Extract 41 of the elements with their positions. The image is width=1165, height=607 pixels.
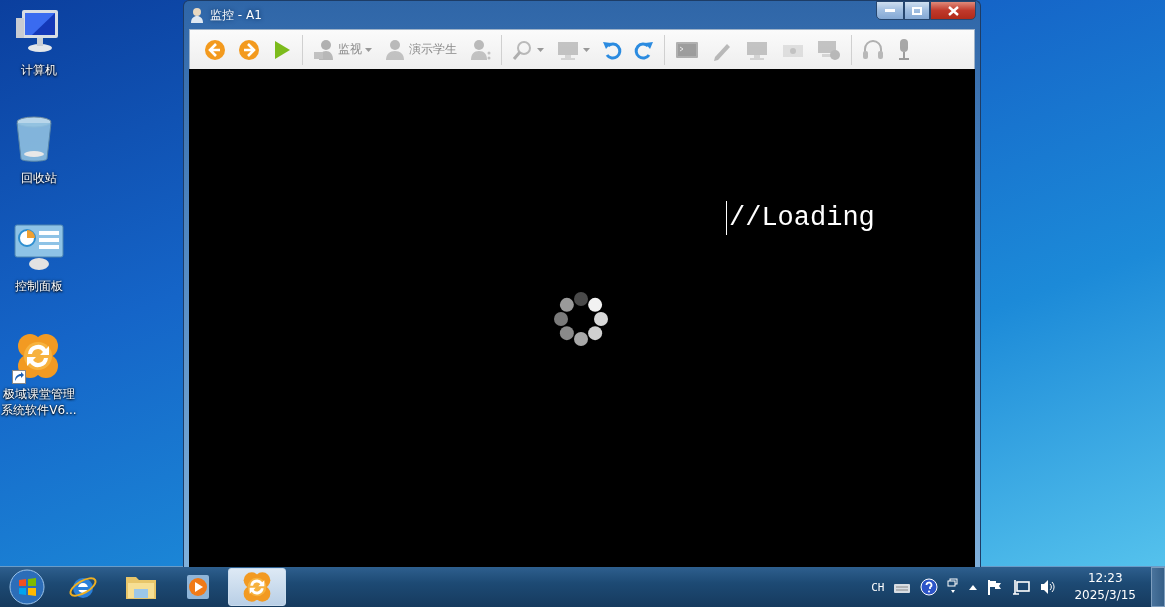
app-icon [241,571,273,603]
person-icon [313,37,335,62]
person-icon [384,37,406,62]
language-indicator[interactable]: CH [871,580,885,594]
headset-icon [862,37,884,62]
microphone-icon [896,37,912,62]
desktop-icon-label: 计算机 [20,62,58,78]
control-panel-icon [14,224,64,270]
volume-icon [1039,579,1058,595]
magnifier-icon [512,38,534,61]
loading-text: //Loading [726,201,875,235]
window-title: 监控 - A1 [210,6,262,24]
help-icon [920,578,939,596]
up-arrow-icon [968,583,979,591]
minimize-icon [885,9,895,12]
clock-date[interactable]: 2025/3/15 [1074,587,1136,604]
show-desktop-button[interactable] [1151,567,1165,607]
play-icon [272,38,292,61]
desktop-icon-label: 极域课堂管理系统软件V6... [1,386,77,418]
caret-icon [583,47,590,52]
monitor-icon [817,38,841,61]
caret-icon [537,47,544,52]
shortcut-arrow-icon [12,370,26,384]
desktop-icon-label: 回收站 [20,170,58,186]
person-icon [469,37,491,62]
terminal-icon [675,39,699,60]
maximize-icon [912,6,922,15]
close-icon [947,5,959,16]
clock-time[interactable]: 12:23 [1087,570,1123,587]
minimize-button[interactable] [876,1,904,20]
flag-icon [987,579,1004,595]
loading-spinner-icon [551,289,611,349]
media-player-icon [186,574,212,600]
recycle-bin-icon [14,116,54,164]
desktop-icon-label: 控制面板 [14,278,64,294]
windows-logo-icon [9,569,45,605]
network-icon [1012,579,1031,595]
close-button[interactable] [930,1,976,20]
maximize-button[interactable] [904,1,930,20]
person-icon [190,7,204,23]
caret-icon [365,47,372,52]
